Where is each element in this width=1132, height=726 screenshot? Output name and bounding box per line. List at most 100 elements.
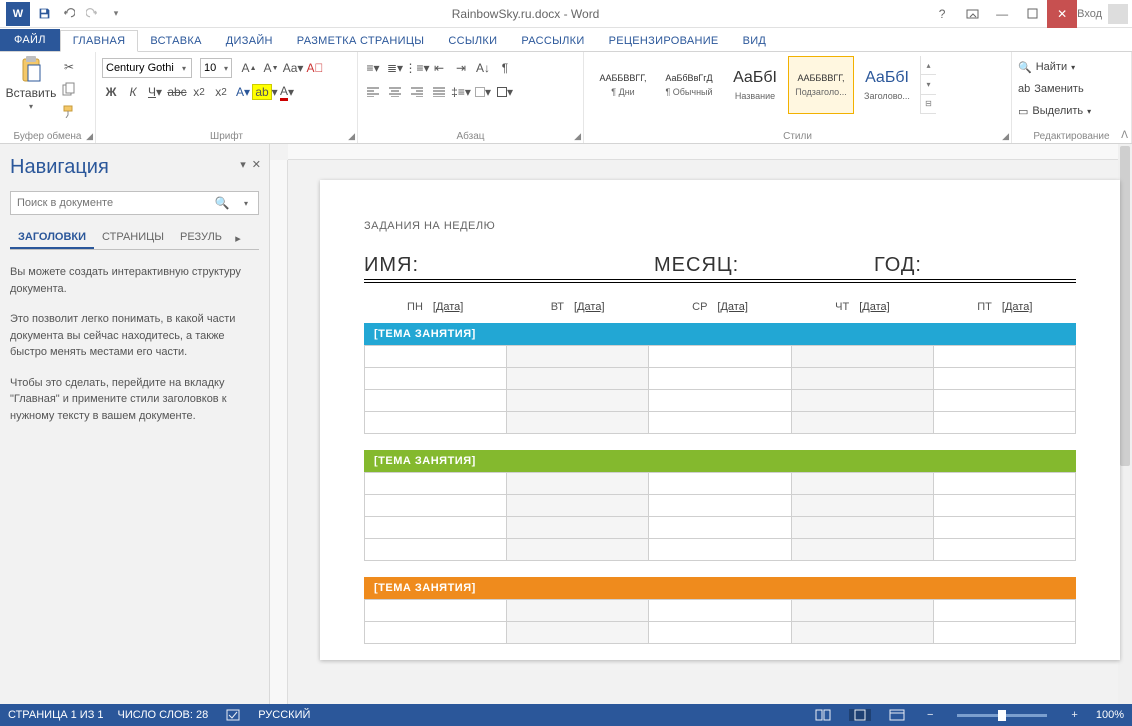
clipboard-launcher-icon[interactable]: ◢: [86, 131, 93, 142]
nav-tab-results[interactable]: РЕЗУЛЬ: [172, 227, 230, 249]
nav-tab-headings[interactable]: ЗАГОЛОВКИ: [10, 227, 94, 249]
paragraph-launcher-icon[interactable]: ◢: [574, 131, 581, 142]
tab-home[interactable]: ГЛАВНАЯ: [60, 30, 139, 52]
tab-references[interactable]: ССЫЛКИ: [436, 31, 509, 51]
format-painter-icon[interactable]: [60, 102, 78, 120]
font-name-input[interactable]: [102, 58, 192, 78]
change-case-icon[interactable]: Aa▾: [284, 59, 302, 77]
maximize-button[interactable]: [1017, 0, 1047, 28]
style-normal[interactable]: АаБбВвГгД¶ Обычный: [656, 56, 722, 114]
save-icon[interactable]: [36, 6, 52, 22]
decrease-indent-icon[interactable]: ⇤: [430, 59, 448, 77]
line-spacing-icon[interactable]: ‡≡▾: [452, 83, 470, 101]
year-label: ГОД:: [874, 254, 922, 277]
read-mode-icon[interactable]: [811, 709, 835, 721]
text-effects-icon[interactable]: A▾: [234, 83, 252, 101]
page[interactable]: ЗАДАНИЯ НА НЕДЕЛЮ ИМЯ: МЕСЯЦ: ГОД: ПН[Да…: [320, 180, 1120, 660]
font-size-input[interactable]: [200, 58, 232, 78]
zoom-out-icon[interactable]: −: [923, 709, 937, 721]
scrollbar-thumb[interactable]: [1120, 146, 1130, 466]
nav-menu-icon[interactable]: ▾: [240, 158, 246, 171]
italic-icon[interactable]: К: [124, 83, 142, 101]
borders-icon[interactable]: ▾: [496, 83, 514, 101]
clear-format-icon[interactable]: A⃠: [306, 59, 324, 77]
style-title[interactable]: АаБбIНазвание: [722, 56, 788, 114]
zoom-level[interactable]: 100%: [1096, 709, 1124, 721]
help-icon[interactable]: ?: [927, 0, 957, 28]
zoom-in-icon[interactable]: +: [1067, 709, 1081, 721]
align-left-icon[interactable]: [364, 83, 382, 101]
style-dni[interactable]: ААББВВГГ,¶ Дни: [590, 56, 656, 114]
select-button[interactable]: ▭Выделить▾: [1018, 100, 1125, 122]
redo-icon[interactable]: [84, 6, 100, 22]
find-button[interactable]: 🔍Найти▾: [1018, 56, 1125, 78]
zoom-slider[interactable]: [957, 714, 1047, 717]
tab-layout[interactable]: РАЗМЕТКА СТРАНИЦЫ: [285, 31, 437, 51]
style-heading[interactable]: АаБбIЗаголово...: [854, 56, 920, 114]
subscript-icon[interactable]: x2: [190, 83, 208, 101]
date-wed: [Дата]: [717, 301, 747, 313]
proofing-icon[interactable]: [222, 708, 244, 722]
show-marks-icon[interactable]: ¶: [496, 59, 514, 77]
paste-button[interactable]: Вставить ▾: [6, 56, 56, 120]
styles-more[interactable]: ▴▾⊟: [920, 56, 936, 114]
status-page[interactable]: СТРАНИЦА 1 ИЗ 1: [8, 709, 104, 721]
minimize-button[interactable]: —: [987, 0, 1017, 28]
search-menu-icon[interactable]: ▾: [234, 199, 258, 208]
paragraph-group-label: Абзац: [456, 131, 484, 142]
undo-icon[interactable]: [60, 6, 76, 22]
vertical-ruler[interactable]: [270, 160, 288, 704]
nav-close-icon[interactable]: ✕: [252, 158, 261, 171]
align-right-icon[interactable]: [408, 83, 426, 101]
highlight-icon[interactable]: ab▾: [256, 83, 274, 101]
nav-tabs-overflow-icon[interactable]: ▸: [230, 227, 246, 249]
style-subtitle[interactable]: ААББВВГГ,Подзаголо...: [788, 56, 854, 114]
shading-icon[interactable]: ▾: [474, 83, 492, 101]
tab-view[interactable]: ВИД: [731, 31, 779, 51]
print-layout-icon[interactable]: [849, 709, 871, 721]
multilevel-icon[interactable]: ⋮≡▾: [408, 59, 426, 77]
font-color-icon[interactable]: A▾: [278, 83, 296, 101]
strike-icon[interactable]: abc: [168, 83, 186, 101]
day-wed: СР: [692, 301, 707, 313]
tab-mailings[interactable]: РАССЫЛКИ: [509, 31, 596, 51]
underline-icon[interactable]: Ч▾: [146, 83, 164, 101]
superscript-icon[interactable]: x2: [212, 83, 230, 101]
avatar-icon[interactable]: [1108, 4, 1128, 24]
align-center-icon[interactable]: [386, 83, 404, 101]
replace-button[interactable]: abЗаменить: [1018, 78, 1125, 100]
increase-indent-icon[interactable]: ⇥: [452, 59, 470, 77]
nav-help-1: Вы можете создать интерактивную структур…: [10, 264, 259, 297]
shrink-font-icon[interactable]: A▼: [262, 59, 280, 77]
tab-design[interactable]: ДИЗАЙН: [214, 31, 285, 51]
section-2-header: [ТЕМА ЗАНЯТИЯ]: [364, 450, 1076, 472]
cut-icon[interactable]: ✂: [60, 58, 78, 76]
justify-icon[interactable]: [430, 83, 448, 101]
bullets-icon[interactable]: ≡▾: [364, 59, 382, 77]
sort-icon[interactable]: A↓: [474, 59, 492, 77]
grow-font-icon[interactable]: A▲: [240, 59, 258, 77]
numbering-icon[interactable]: ≣▾: [386, 59, 404, 77]
web-layout-icon[interactable]: [885, 709, 909, 721]
bold-icon[interactable]: Ж: [102, 83, 120, 101]
close-button[interactable]: ✕: [1047, 0, 1077, 28]
vertical-scrollbar[interactable]: [1118, 144, 1132, 704]
qat-more-icon[interactable]: ▾: [108, 6, 124, 22]
collapse-ribbon-icon[interactable]: ᐱ: [1121, 130, 1128, 141]
tab-review[interactable]: РЕЦЕНЗИРОВАНИЕ: [597, 31, 731, 51]
document-area: ЗАДАНИЯ НА НЕДЕЛЮ ИМЯ: МЕСЯЦ: ГОД: ПН[Да…: [270, 144, 1132, 704]
status-language[interactable]: РУССКИЙ: [258, 709, 310, 721]
status-words[interactable]: ЧИСЛО СЛОВ: 28: [118, 709, 209, 721]
tab-insert[interactable]: ВСТАВКА: [138, 31, 213, 51]
horizontal-ruler[interactable]: [288, 144, 1118, 160]
tab-file[interactable]: ФАЙЛ: [0, 29, 60, 51]
font-launcher-icon[interactable]: ◢: [348, 131, 355, 142]
search-icon[interactable]: 🔍: [210, 196, 234, 210]
copy-icon[interactable]: [60, 80, 78, 98]
nav-search-input[interactable]: [11, 197, 210, 209]
find-icon: 🔍: [1018, 61, 1032, 74]
ribbon-options-icon[interactable]: [957, 0, 987, 28]
sign-in-link[interactable]: Вход: [1077, 8, 1102, 20]
nav-tab-pages[interactable]: СТРАНИЦЫ: [94, 227, 172, 249]
styles-launcher-icon[interactable]: ◢: [1002, 131, 1009, 142]
